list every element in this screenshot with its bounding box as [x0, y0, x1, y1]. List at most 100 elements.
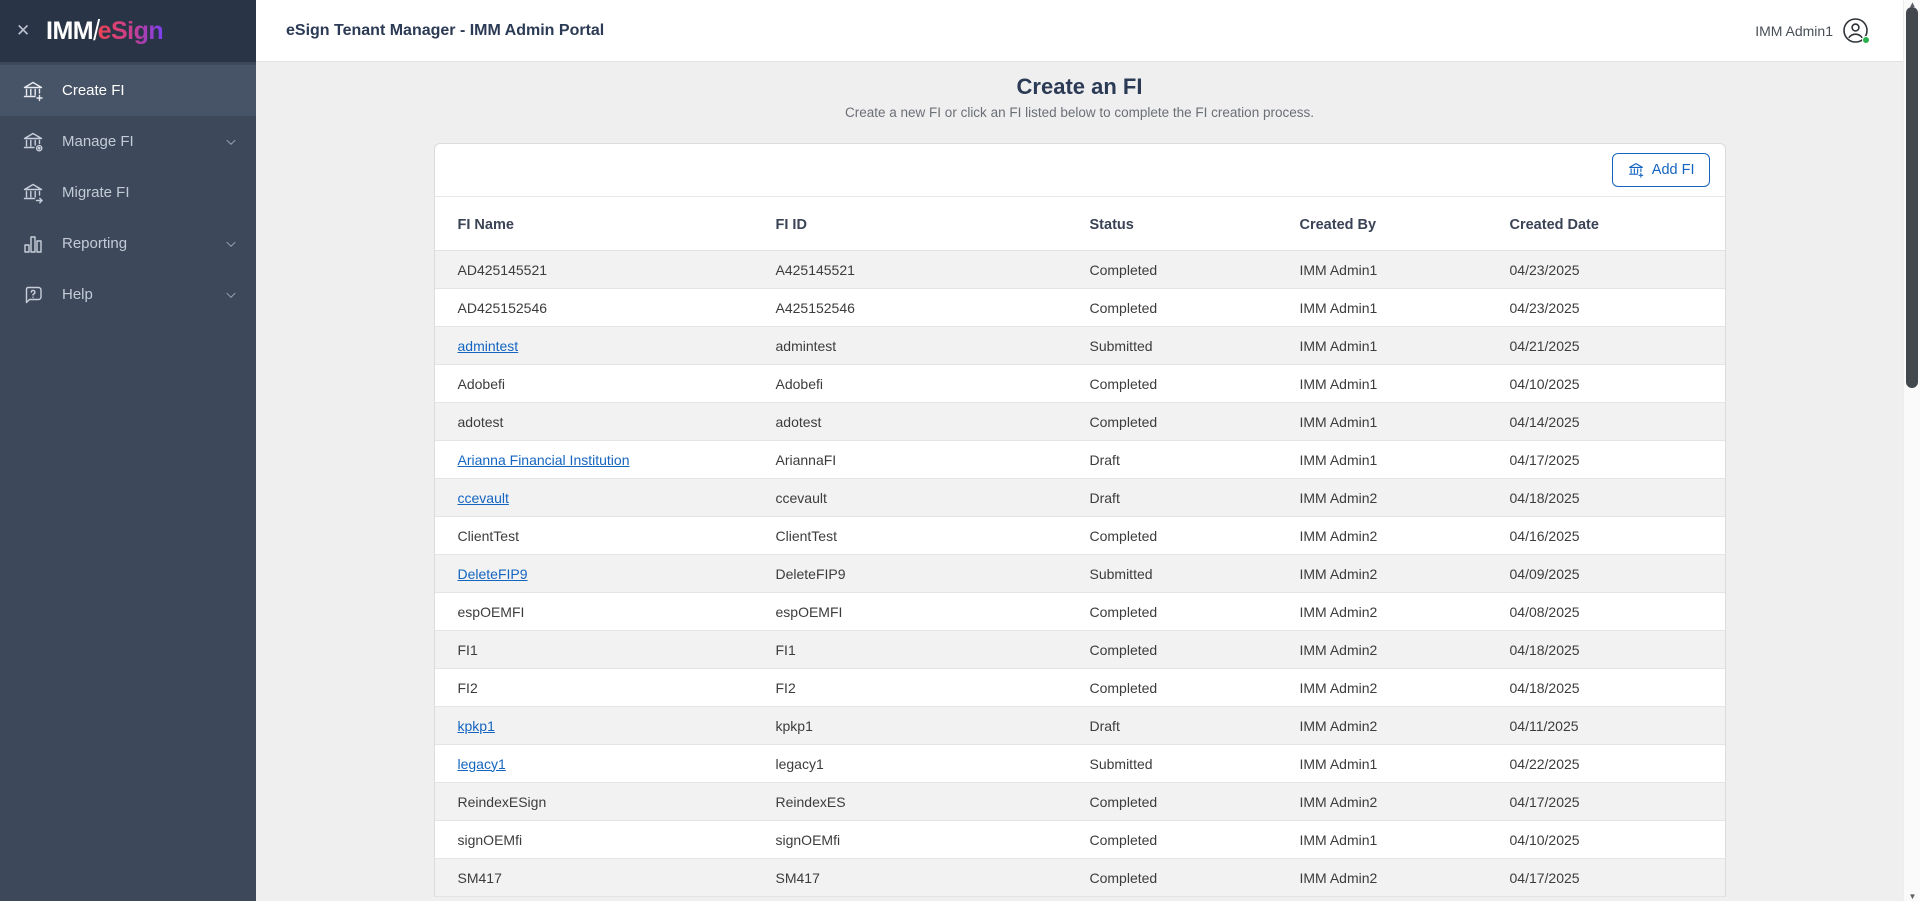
created-date-cell: 04/18/2025	[1487, 669, 1725, 707]
fi-name-cell: AD425145521	[435, 251, 753, 289]
table-row[interactable]: signOEMfi signOEMfi Completed IMM Admin1…	[435, 821, 1725, 859]
column-header-fi-name: FI Name	[435, 197, 753, 251]
status-cell: Draft	[1067, 479, 1277, 517]
created-by-cell: IMM Admin2	[1277, 707, 1487, 745]
table-row[interactable]: SM417 SM417 Completed IMM Admin2 04/17/2…	[435, 859, 1725, 897]
scroll-down-arrow-icon[interactable]: ▼	[1904, 892, 1920, 901]
created-by-cell: IMM Admin1	[1277, 251, 1487, 289]
created-date-cell: 04/21/2025	[1487, 327, 1725, 365]
sidebar-item-create-fi[interactable]: Create FI	[0, 65, 256, 116]
status-cell: Draft	[1067, 441, 1277, 479]
created-by-cell: IMM Admin1	[1277, 365, 1487, 403]
chevron-down-icon	[224, 237, 238, 251]
sidebar-item-label: Reporting	[62, 235, 224, 252]
column-header-created-date: Created Date	[1487, 197, 1725, 251]
created-date-cell: 04/17/2025	[1487, 859, 1725, 897]
sidebar-item-label: Create FI	[62, 82, 238, 99]
table-row[interactable]: Adobefi Adobefi Completed IMM Admin1 04/…	[435, 365, 1725, 403]
table-row[interactable]: kpkp1 kpkp1 Draft IMM Admin2 04/11/2025	[435, 707, 1725, 745]
fi-name-cell: legacy1	[435, 745, 753, 783]
table-row[interactable]: Arianna Financial Institution AriannaFI …	[435, 441, 1725, 479]
close-icon[interactable]: ✕	[16, 21, 46, 41]
created-by-cell: IMM Admin2	[1277, 479, 1487, 517]
vertical-scrollbar[interactable]: ▲ ▼	[1903, 0, 1920, 901]
table-row[interactable]: admintest admintest Submitted IMM Admin1…	[435, 327, 1725, 365]
fi-name-cell: FI2	[435, 669, 753, 707]
fi-list-card: Add FI FI Name FI ID Status Created By C…	[434, 143, 1726, 897]
fi-name-link[interactable]: legacy1	[458, 756, 506, 772]
chevron-down-icon	[224, 288, 238, 302]
fi-table-body: AD425145521 A425145521 Completed IMM Adm…	[435, 251, 1725, 897]
table-row[interactable]: AD425152546 A425152546 Completed IMM Adm…	[435, 289, 1725, 327]
status-cell: Completed	[1067, 821, 1277, 859]
user-avatar-icon	[1842, 17, 1869, 44]
help-bubble-icon	[20, 282, 46, 308]
status-cell: Completed	[1067, 289, 1277, 327]
fi-id-cell: kpkp1	[753, 707, 1067, 745]
logo-slash: /	[93, 14, 99, 47]
bank-gear-icon	[20, 129, 46, 155]
status-cell: Completed	[1067, 669, 1277, 707]
fi-name-cell: AD425152546	[435, 289, 753, 327]
created-date-cell: 04/10/2025	[1487, 365, 1725, 403]
page-title: Create an FI	[256, 73, 1903, 101]
fi-id-cell: SM417	[753, 859, 1067, 897]
fi-id-cell: A425152546	[753, 289, 1067, 327]
created-date-cell: 04/14/2025	[1487, 403, 1725, 441]
fi-name-cell: kpkp1	[435, 707, 753, 745]
fi-id-cell: FI2	[753, 669, 1067, 707]
created-date-cell: 04/11/2025	[1487, 707, 1725, 745]
created-date-cell: 04/18/2025	[1487, 631, 1725, 669]
bank-plus-icon	[1627, 161, 1645, 179]
created-date-cell: 04/18/2025	[1487, 479, 1725, 517]
sidebar-item-manage-fi[interactable]: Manage FI	[0, 116, 256, 167]
fi-name-link[interactable]: ccevault	[458, 490, 509, 506]
logo-esign-text: eSign	[98, 17, 164, 45]
created-by-cell: IMM Admin2	[1277, 669, 1487, 707]
logo-imm-text: IMM	[46, 17, 93, 45]
table-row[interactable]: FI2 FI2 Completed IMM Admin2 04/18/2025	[435, 669, 1725, 707]
status-cell: Completed	[1067, 403, 1277, 441]
sidebar: ✕ IMM/eSign Create FI Manage FI Migrate …	[0, 0, 256, 901]
created-by-cell: IMM Admin1	[1277, 745, 1487, 783]
scrollbar-thumb[interactable]	[1906, 7, 1918, 388]
sidebar-logo-bar: ✕ IMM/eSign	[0, 0, 256, 62]
fi-name-link[interactable]: DeleteFIP9	[458, 566, 528, 582]
status-cell: Completed	[1067, 859, 1277, 897]
fi-id-cell: legacy1	[753, 745, 1067, 783]
created-by-cell: IMM Admin1	[1277, 821, 1487, 859]
card-toolbar: Add FI	[435, 144, 1725, 196]
status-cell: Completed	[1067, 593, 1277, 631]
created-by-cell: IMM Admin1	[1277, 441, 1487, 479]
created-by-cell: IMM Admin2	[1277, 631, 1487, 669]
user-menu[interactable]: IMM Admin1	[1755, 17, 1869, 44]
table-row[interactable]: AD425145521 A425145521 Completed IMM Adm…	[435, 251, 1725, 289]
table-row[interactable]: DeleteFIP9 DeleteFIP9 Submitted IMM Admi…	[435, 555, 1725, 593]
fi-name-cell: ClientTest	[435, 517, 753, 555]
table-row[interactable]: legacy1 legacy1 Submitted IMM Admin1 04/…	[435, 745, 1725, 783]
table-row[interactable]: adotest adotest Completed IMM Admin1 04/…	[435, 403, 1725, 441]
created-by-cell: IMM Admin2	[1277, 593, 1487, 631]
created-by-cell: IMM Admin2	[1277, 783, 1487, 821]
table-row[interactable]: ReindexESign ReindexES Completed IMM Adm…	[435, 783, 1725, 821]
bar-chart-icon	[20, 231, 46, 257]
fi-name-link[interactable]: admintest	[458, 338, 519, 354]
sidebar-item-label: Migrate FI	[62, 184, 238, 201]
table-row[interactable]: ccevault ccevault Draft IMM Admin2 04/18…	[435, 479, 1725, 517]
sidebar-item-reporting[interactable]: Reporting	[0, 218, 256, 269]
fi-name-link[interactable]: kpkp1	[458, 718, 495, 734]
fi-name-link[interactable]: Arianna Financial Institution	[458, 452, 630, 468]
sidebar-item-help[interactable]: Help	[0, 269, 256, 320]
table-row[interactable]: ClientTest ClientTest Completed IMM Admi…	[435, 517, 1725, 555]
sidebar-item-migrate-fi[interactable]: Migrate FI	[0, 167, 256, 218]
main-content: Create an FI Create a new FI or click an…	[256, 62, 1903, 901]
fi-id-cell: ccevault	[753, 479, 1067, 517]
table-row[interactable]: espOEMFI espOEMFI Completed IMM Admin2 0…	[435, 593, 1725, 631]
table-row[interactable]: FI1 FI1 Completed IMM Admin2 04/18/2025	[435, 631, 1725, 669]
add-fi-button[interactable]: Add FI	[1612, 153, 1710, 187]
topbar: eSign Tenant Manager - IMM Admin Portal …	[256, 0, 1903, 62]
status-cell: Completed	[1067, 631, 1277, 669]
created-date-cell: 04/09/2025	[1487, 555, 1725, 593]
created-by-cell: IMM Admin2	[1277, 517, 1487, 555]
imm-esign-logo: IMM/eSign	[46, 17, 163, 46]
